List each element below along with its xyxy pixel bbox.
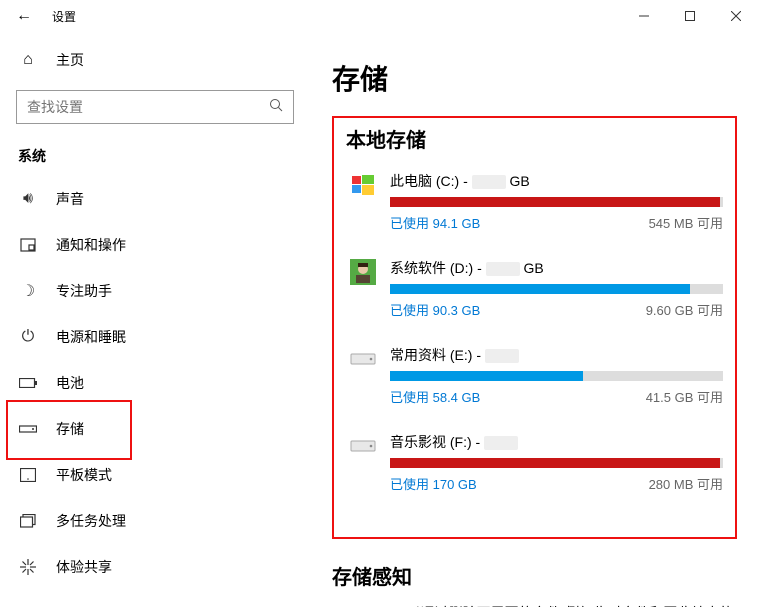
share-icon xyxy=(18,559,38,575)
drive-name: 音乐影视 (F:) - xyxy=(390,432,723,452)
nav-label: 存储 xyxy=(56,419,84,439)
drive-name: 此电脑 (C:) - GB xyxy=(390,171,723,191)
drive-bar xyxy=(390,284,723,294)
nav-focus-assist[interactable]: ☽ 专注助手 xyxy=(0,268,310,314)
nav-label: 电源和睡眠 xyxy=(56,327,126,347)
tablet-icon xyxy=(18,468,38,482)
storage-sense-title: 存储感知 xyxy=(332,561,737,590)
drive-icon xyxy=(346,171,380,199)
search-box[interactable] xyxy=(16,90,294,124)
nav-multitasking[interactable]: 多任务处理 xyxy=(0,498,310,544)
drive-free: 9.60 GB 可用 xyxy=(646,300,723,319)
nav-label: 电池 xyxy=(56,373,84,393)
nav-shared-experiences[interactable]: 体验共享 xyxy=(0,544,310,590)
home-link[interactable]: ⌂ 主页 xyxy=(0,40,310,80)
drive-bar xyxy=(390,371,723,381)
battery-icon xyxy=(18,378,38,388)
drive-icon xyxy=(346,258,380,286)
nav-storage[interactable]: 存储 xyxy=(0,406,310,452)
nav-label: 平板模式 xyxy=(56,465,112,485)
page-title: 存储 xyxy=(332,58,737,98)
close-button[interactable] xyxy=(713,0,759,32)
nav-label: 声音 xyxy=(56,189,84,209)
drive-row[interactable]: 常用资料 (E:) - 已使用 58.4 GB 41.5 GB 可用 xyxy=(346,345,723,406)
window-title: 设置 xyxy=(48,8,76,25)
drive-bar xyxy=(390,197,723,207)
search-input[interactable] xyxy=(17,99,259,115)
search-icon xyxy=(259,98,293,117)
notifications-icon xyxy=(18,238,38,252)
moon-icon: ☽ xyxy=(18,281,38,301)
drive-row[interactable]: 系统软件 (D:) - GB 已使用 90.3 GB 9.60 GB 可用 xyxy=(346,258,723,319)
power-icon: ⏻ xyxy=(18,328,38,346)
drive-free: 280 MB 可用 xyxy=(649,474,723,493)
minimize-button[interactable] xyxy=(621,0,667,32)
drive-free: 41.5 GB 可用 xyxy=(646,387,723,406)
nav-notifications[interactable]: 通知和操作 xyxy=(0,222,310,268)
home-label: 主页 xyxy=(56,50,84,70)
drive-row[interactable]: 音乐影视 (F:) - 已使用 170 GB 280 MB 可用 xyxy=(346,432,723,493)
drive-name: 常用资料 (E:) - xyxy=(390,345,723,365)
nav-power-sleep[interactable]: ⏻ 电源和睡眠 xyxy=(0,314,310,360)
drive-used: 已使用 90.3 GB xyxy=(390,300,480,319)
sound-icon: 🔊︎ xyxy=(18,190,38,208)
nav-sound[interactable]: 🔊︎ 声音 xyxy=(0,176,310,222)
drive-name: 系统软件 (D:) - GB xyxy=(390,258,723,278)
drive-icon xyxy=(346,432,380,460)
drive-icon xyxy=(346,345,380,373)
nav-battery[interactable]: 电池 xyxy=(0,360,310,406)
drive-used: 已使用 58.4 GB xyxy=(390,387,480,406)
back-button[interactable]: ← xyxy=(0,7,48,25)
nav-tablet-mode[interactable]: 平板模式 xyxy=(0,452,310,498)
multitask-icon xyxy=(18,514,38,528)
nav-label: 专注助手 xyxy=(56,281,112,301)
drive-bar xyxy=(390,458,723,468)
nav-label: 多任务处理 xyxy=(56,511,126,531)
drive-used: 已使用 170 GB xyxy=(390,474,477,493)
storage-sense-desc: Windows 可以通过删除不需要的文件(例如临时文件和回收站中的内容)自动释放… xyxy=(332,602,737,607)
section-label: 系统 xyxy=(0,138,310,176)
drive-used: 已使用 94.1 GB xyxy=(390,213,480,232)
content: 存储 本地存储 此电脑 (C:) - GB 已使用 94.1 GB 545 MB 可… xyxy=(310,32,759,607)
local-storage-title: 本地存储 xyxy=(346,124,723,153)
local-storage-section: 本地存储 此电脑 (C:) - GB 已使用 94.1 GB 545 MB 可用系统… xyxy=(332,116,737,539)
drive-free: 545 MB 可用 xyxy=(649,213,723,232)
maximize-button[interactable] xyxy=(667,0,713,32)
drive-row[interactable]: 此电脑 (C:) - GB 已使用 94.1 GB 545 MB 可用 xyxy=(346,171,723,232)
nav-label: 通知和操作 xyxy=(56,235,126,255)
sidebar: ⌂ 主页 系统 🔊︎ 声音 通知和操作 ☽ 专注助手 ⏻ 电源和睡眠 电 xyxy=(0,32,310,607)
home-icon: ⌂ xyxy=(18,51,38,69)
storage-icon xyxy=(18,424,38,434)
nav-label: 体验共享 xyxy=(56,557,112,577)
